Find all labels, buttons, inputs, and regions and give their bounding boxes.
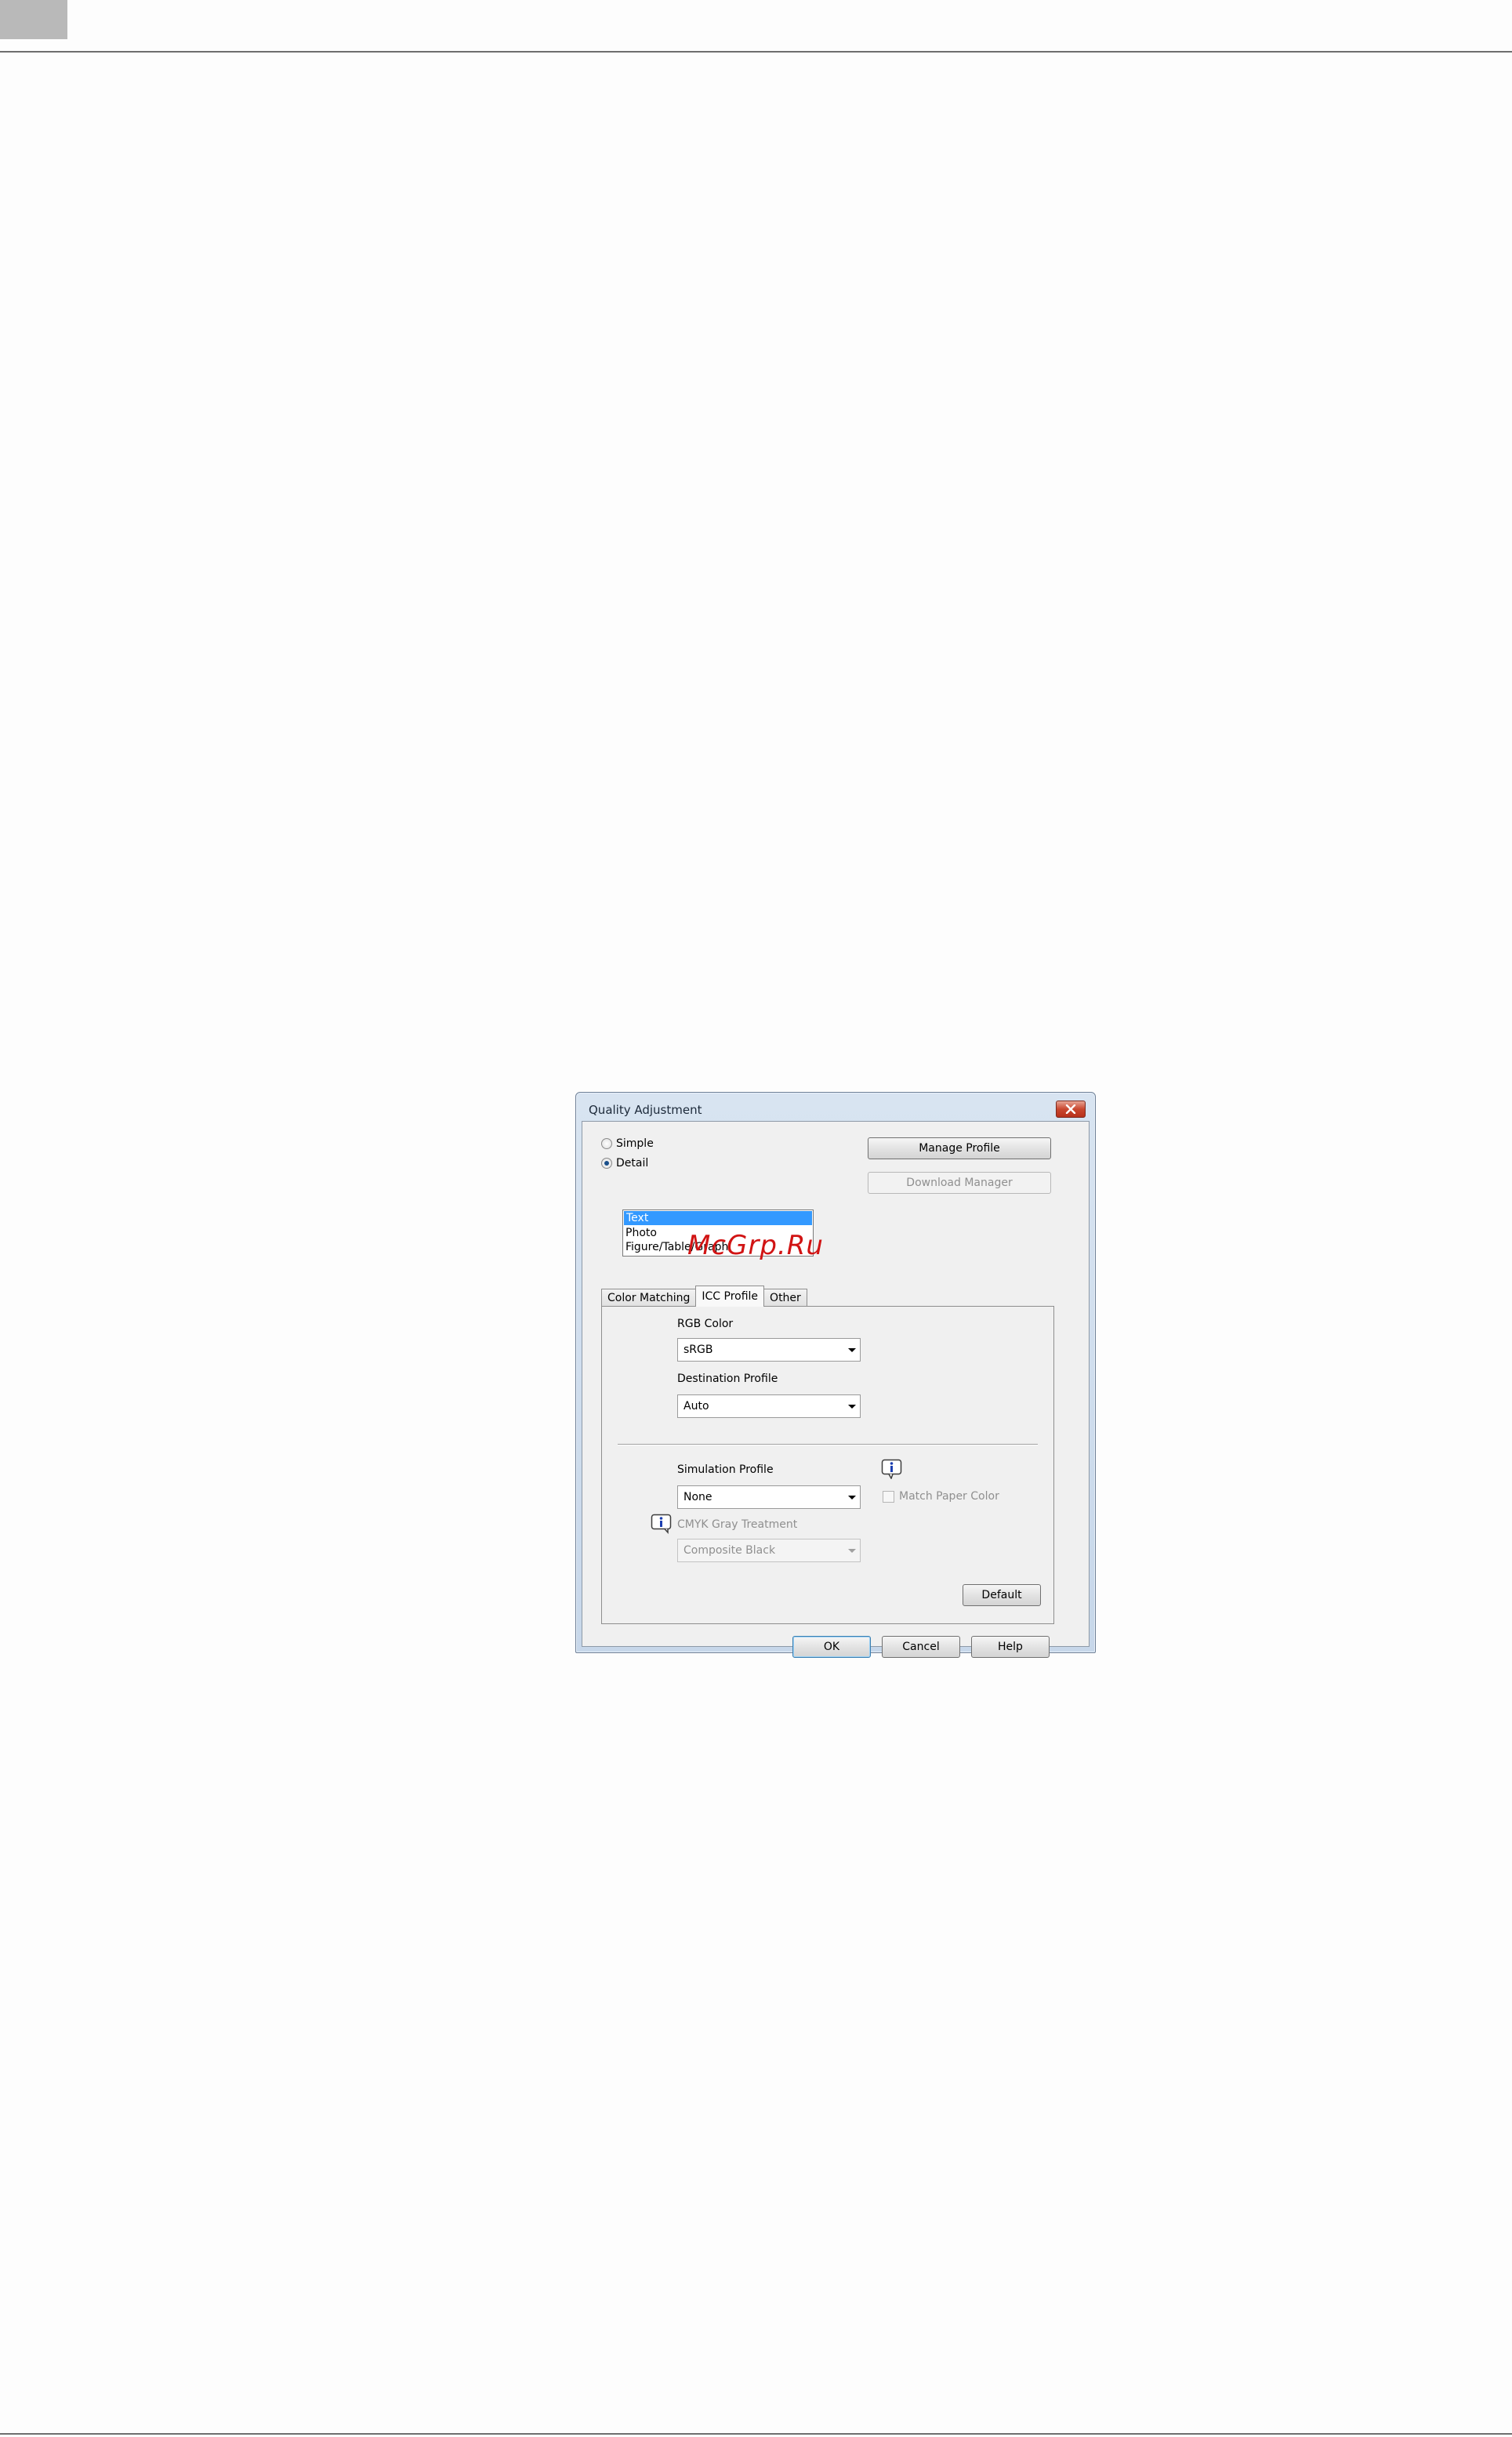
radio-simple[interactable]: Simple	[601, 1137, 654, 1150]
section-divider	[618, 1444, 1038, 1445]
tab-other[interactable]: Other	[763, 1289, 807, 1307]
manage-profile-button[interactable]: Manage Profile	[868, 1137, 1051, 1159]
cmyk-gray-treatment-select[interactable]: Composite Black	[677, 1539, 861, 1562]
info-icon[interactable]	[651, 1514, 673, 1534]
radio-detail[interactable]: Detail	[601, 1157, 648, 1170]
quality-adjustment-dialog: Quality Adjustment Simple Detail Manage …	[575, 1092, 1096, 1658]
close-icon	[1065, 1104, 1076, 1114]
page-corner-marker	[0, 0, 67, 39]
cmyk-gray-treatment-value: Composite Black	[683, 1544, 776, 1557]
header-rule	[0, 51, 1512, 53]
ok-button[interactable]: OK	[792, 1636, 871, 1658]
destination-profile-select[interactable]: Auto	[677, 1394, 861, 1418]
destination-profile-label: Destination Profile	[677, 1373, 778, 1385]
dialog-client-area: Simple Detail Manage Profile Download Ma…	[582, 1121, 1090, 1658]
radio-simple-button[interactable]	[601, 1138, 612, 1149]
icc-profile-panel: RGB Color sRGB Destination Profile Auto …	[601, 1306, 1054, 1624]
destination-profile-value: Auto	[683, 1400, 709, 1413]
list-item-text[interactable]: Text	[624, 1211, 812, 1225]
dialog-title: Quality Adjustment	[589, 1103, 702, 1117]
tab-color-matching[interactable]: Color Matching	[601, 1289, 697, 1307]
default-button[interactable]: Default	[963, 1584, 1041, 1606]
chevron-down-icon	[848, 1405, 856, 1409]
footer-rule	[0, 2433, 1512, 2435]
rgb-color-label: RGB Color	[677, 1318, 734, 1330]
cancel-button[interactable]: Cancel	[882, 1636, 960, 1658]
cmyk-gray-treatment-label: CMYK Gray Treatment	[677, 1518, 798, 1531]
download-manager-button[interactable]: Download Manager	[868, 1172, 1051, 1194]
simulation-profile-label: Simulation Profile	[677, 1463, 774, 1476]
match-paper-color-checkbox[interactable]	[883, 1490, 894, 1503]
help-button[interactable]: Help	[971, 1636, 1050, 1658]
radio-detail-button[interactable]	[601, 1158, 612, 1169]
rgb-color-select[interactable]: sRGB	[677, 1338, 861, 1362]
chevron-down-icon	[848, 1549, 856, 1553]
simulation-profile-value: None	[683, 1491, 712, 1503]
info-icon[interactable]	[881, 1459, 903, 1479]
close-button[interactable]	[1056, 1101, 1086, 1118]
rgb-color-value: sRGB	[683, 1344, 713, 1356]
match-paper-color-option[interactable]: Match Paper Color	[883, 1490, 999, 1503]
watermark-text: McGrp.Ru	[687, 1230, 824, 1261]
chevron-down-icon	[848, 1348, 856, 1352]
radio-detail-label: Detail	[616, 1157, 649, 1170]
tab-strip: Color Matching ICC Profile Other	[601, 1286, 807, 1307]
tab-icc-profile[interactable]: ICC Profile	[695, 1286, 765, 1307]
match-paper-color-label: Match Paper Color	[899, 1490, 999, 1503]
title-bar[interactable]: Quality Adjustment	[576, 1093, 1095, 1119]
simulation-profile-select[interactable]: None	[677, 1485, 861, 1509]
radio-simple-label: Simple	[616, 1137, 654, 1150]
chevron-down-icon	[848, 1496, 856, 1500]
